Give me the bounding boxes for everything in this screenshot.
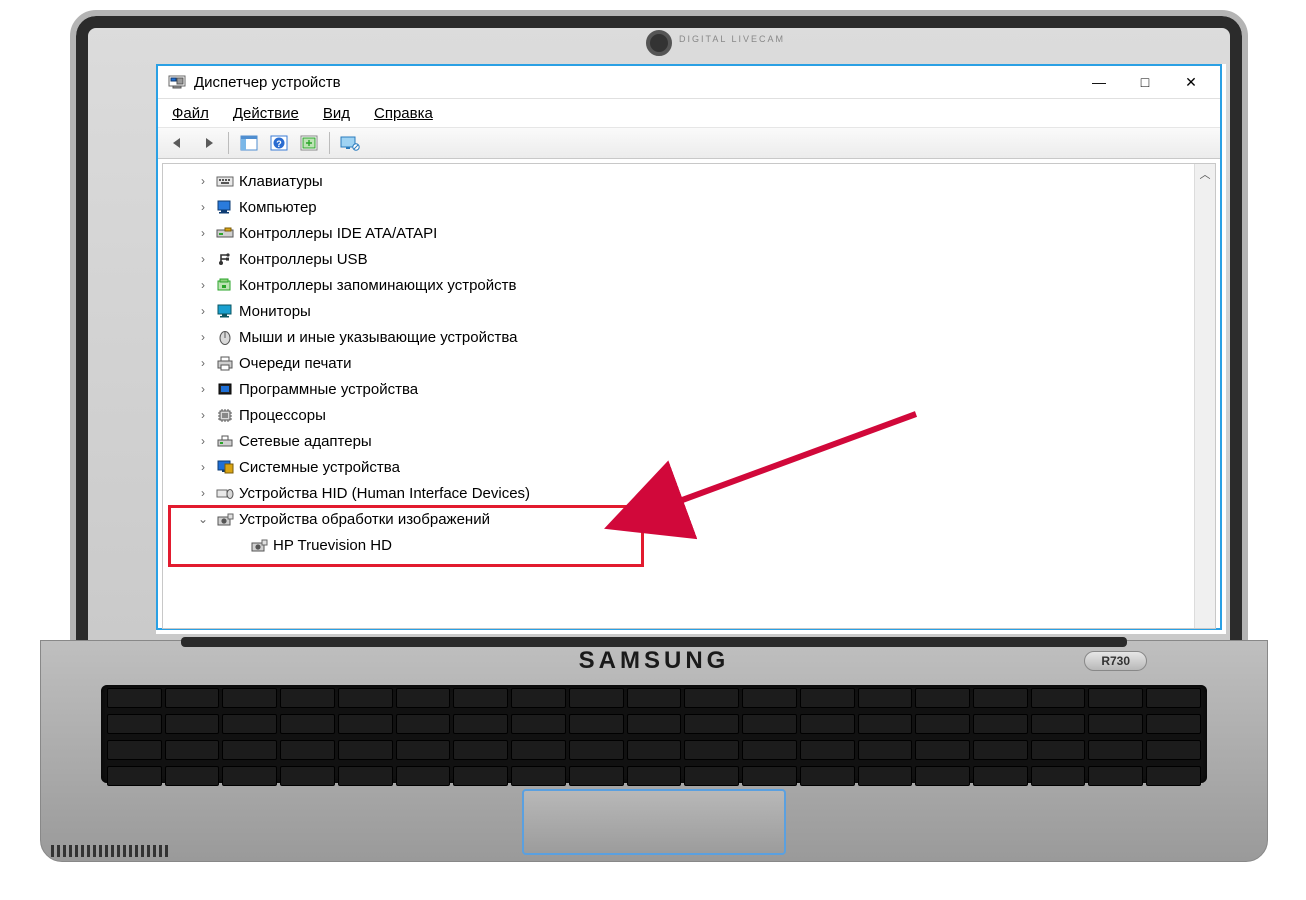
model-badge: R730: [1084, 651, 1147, 671]
expand-icon[interactable]: ›: [195, 408, 211, 422]
tree-item-label: Программные устройства: [239, 381, 418, 398]
tree-item-computer[interactable]: › Компьютер: [173, 194, 1195, 220]
menu-file[interactable]: Файл: [168, 103, 213, 124]
scroll-up-arrow[interactable]: ︿: [1195, 164, 1215, 184]
printer-icon: [215, 354, 235, 372]
camera-icon: [249, 536, 269, 554]
mouse-icon: [215, 328, 235, 346]
network-icon: [215, 432, 235, 450]
tree-item-hid[interactable]: › Устройства HID (Human Interface Devices…: [173, 480, 1195, 506]
webcam-lens: [646, 30, 672, 56]
toolbar-forward-button[interactable]: [194, 130, 222, 156]
tree-item-label: Устройства обработки изображений: [239, 511, 490, 528]
tree-item-cpu[interactable]: › Процессоры: [173, 402, 1195, 428]
collapse-icon[interactable]: ⌄: [195, 512, 211, 526]
tree-item-mouse[interactable]: › Мыши и иные указывающие устройства: [173, 324, 1195, 350]
tree-item-label: Клавиатуры: [239, 173, 323, 190]
tree-item-label: Контроллеры IDE ATA/ATAPI: [239, 225, 437, 242]
laptop-lid: DIGITAL LIVECAM Диспетчер: [70, 10, 1248, 682]
monitor-icon: [215, 302, 235, 320]
keyboard: [101, 685, 1207, 783]
expand-icon[interactable]: ›: [195, 304, 211, 318]
storage-icon: [215, 276, 235, 294]
expand-icon[interactable]: ›: [195, 252, 211, 266]
usb-icon: [215, 250, 235, 268]
toolbar-back-button[interactable]: [164, 130, 192, 156]
tree-child-label: HP Truevision HD: [273, 537, 392, 554]
toolbar-devices-button[interactable]: [336, 130, 364, 156]
toolbar-sep-2: [329, 132, 330, 154]
expand-icon[interactable]: ›: [195, 226, 211, 240]
toolbar-sep: [228, 132, 229, 154]
tree-item-label: Мониторы: [239, 303, 311, 320]
tree-item-label: Сетевые адаптеры: [239, 433, 372, 450]
computer-icon: [215, 198, 235, 216]
tree-child-camera[interactable]: ›HP Truevision HD: [173, 532, 1195, 558]
close-button[interactable]: ✕: [1168, 67, 1214, 97]
brand-label: SAMSUNG: [579, 647, 730, 675]
expand-icon[interactable]: ›: [195, 486, 211, 500]
tree-item-label: Контроллеры USB: [239, 251, 368, 268]
tree-item-monitor[interactable]: › Мониторы: [173, 298, 1195, 324]
system-icon: [215, 458, 235, 476]
tree-item-firmware[interactable]: › Программные устройства: [173, 376, 1195, 402]
tree-item-system[interactable]: › Системные устройства: [173, 454, 1195, 480]
tree-item-keyboard[interactable]: › Клавиатуры: [173, 168, 1195, 194]
expand-icon[interactable]: ›: [195, 330, 211, 344]
minimize-button[interactable]: —: [1076, 67, 1122, 97]
menu-help[interactable]: Справка: [370, 103, 437, 124]
laptop-base: SAMSUNG R730: [40, 640, 1268, 862]
cpu-icon: [215, 406, 235, 424]
titlebar: Диспетчер устройств — □ ✕: [158, 66, 1220, 99]
tree-item-storage[interactable]: › Контроллеры запоминающих устройств: [173, 272, 1195, 298]
tree-item-label: Процессоры: [239, 407, 326, 424]
toolbar-help-button[interactable]: ?: [265, 130, 293, 156]
maximize-button[interactable]: □: [1122, 67, 1168, 97]
tree-item-label: Устройства HID (Human Interface Devices): [239, 485, 530, 502]
menubar: Файл Действие Вид Справка: [158, 99, 1220, 127]
expand-icon[interactable]: ›: [195, 174, 211, 188]
menu-action[interactable]: Действие: [229, 103, 303, 124]
device-tree[interactable]: › Клавиатуры › Компьютер › Контроллеры IDE AT…: [163, 164, 1195, 628]
laptop-screen: Диспетчер устройств — □ ✕ Файл Действие …: [156, 64, 1226, 634]
toolbar-showhidden-button[interactable]: [235, 130, 263, 156]
tree-item-printer[interactable]: › Очереди печати: [173, 350, 1195, 376]
webcam-label: DIGITAL LIVECAM: [679, 34, 785, 44]
hid-icon: [215, 484, 235, 502]
tree-item-label: Мыши и иные указывающие устройства: [239, 329, 517, 346]
tree-item-imaging[interactable]: ⌄ Устройства обработки изображений: [173, 506, 1195, 532]
imaging-icon: [215, 510, 235, 528]
app-icon: [168, 73, 186, 91]
keyboard-icon: [215, 172, 235, 190]
tree-item-label: Очереди печати: [239, 355, 352, 372]
firmware-icon: [215, 380, 235, 398]
device-tree-panel: › Клавиатуры › Компьютер › Контроллеры IDE AT…: [162, 163, 1216, 629]
expand-icon[interactable]: ›: [195, 382, 211, 396]
tree-item-usb[interactable]: › Контроллеры USB: [173, 246, 1195, 272]
svg-text:?: ?: [276, 139, 282, 149]
expand-icon[interactable]: ›: [195, 434, 211, 448]
laptop-frame: DIGITAL LIVECAM Диспетчер: [40, 10, 1266, 860]
scrollbar-track[interactable]: ︿: [1194, 164, 1215, 628]
tree-item-label: Компьютер: [239, 199, 317, 216]
tree-item-ide[interactable]: › Контроллеры IDE ATA/ATAPI: [173, 220, 1195, 246]
expand-icon[interactable]: ›: [195, 200, 211, 214]
toolbar: ?: [158, 127, 1220, 159]
tree-item-label: Системные устройства: [239, 459, 400, 476]
hinge: [181, 637, 1127, 647]
speaker-vents: [51, 845, 171, 857]
tree-item-network[interactable]: › Сетевые адаптеры: [173, 428, 1195, 454]
tree-item-label: Контроллеры запоминающих устройств: [239, 277, 516, 294]
touchpad: [522, 789, 786, 855]
expand-icon[interactable]: ›: [195, 278, 211, 292]
expand-icon[interactable]: ›: [195, 356, 211, 370]
expand-icon[interactable]: ›: [195, 460, 211, 474]
device-manager-window: Диспетчер устройств — □ ✕ Файл Действие …: [156, 64, 1222, 630]
ide-icon: [215, 224, 235, 242]
menu-view[interactable]: Вид: [319, 103, 354, 124]
window-title: Диспетчер устройств: [194, 74, 341, 91]
toolbar-scan-button[interactable]: [295, 130, 323, 156]
